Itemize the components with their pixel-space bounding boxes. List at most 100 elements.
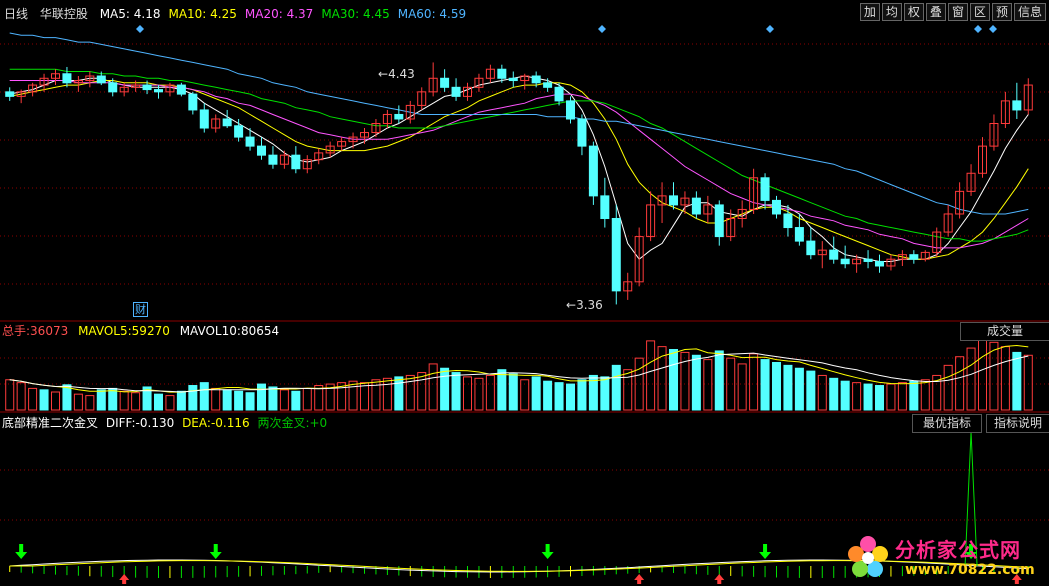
- candle-body: [188, 93, 198, 111]
- btn-rights[interactable]: 权: [903, 3, 924, 21]
- period-label: 日线: [4, 7, 29, 21]
- candle-body: [874, 260, 885, 267]
- btn-forecast[interactable]: 预: [991, 3, 1012, 21]
- candle-body: [199, 109, 209, 129]
- volume-bar: [909, 380, 919, 411]
- volume-bar: [176, 390, 186, 411]
- candle-body: [806, 240, 816, 256]
- volume-indicator-dropdown[interactable]: 成交量: [960, 322, 1049, 341]
- volume-bar: [199, 382, 209, 411]
- volume-bar: [234, 390, 244, 411]
- indicator-help-button[interactable]: 指标说明: [986, 414, 1049, 433]
- best-indicator-button[interactable]: 最优指标: [912, 414, 982, 433]
- volume-bar: [256, 383, 267, 411]
- low-price-value: 3.36: [576, 298, 603, 312]
- candle-body: [909, 254, 919, 260]
- candle-body: [794, 227, 804, 242]
- candle-body: [691, 197, 701, 215]
- volume-bar: [96, 389, 106, 411]
- ma-legend-ma5: MA5: 4.18: [99, 7, 161, 21]
- candle-body: [268, 154, 278, 165]
- candle-body: [577, 118, 587, 147]
- mavol5-label: MAVOL5:: [78, 324, 132, 338]
- volume-total-value: 36073: [30, 324, 69, 338]
- candle-body: [714, 204, 724, 238]
- volume-bar: [245, 392, 255, 411]
- cross-label: 两次金叉:: [257, 416, 310, 430]
- volume-bar: [600, 376, 610, 411]
- volume-bar: [62, 384, 72, 411]
- candle-body: [783, 213, 793, 229]
- candle-body: [5, 91, 15, 97]
- volume-bar: [268, 386, 278, 411]
- mavol10-value: 80654: [240, 324, 280, 338]
- volume-header: 总手:36073 MAVOL5:59270 MAVOL10:80654: [2, 323, 279, 339]
- candle-body: [1012, 100, 1022, 111]
- volume-bar: [714, 350, 724, 411]
- flower-logo: [848, 536, 888, 577]
- candle-body: [142, 84, 152, 91]
- candle-body: [256, 145, 267, 156]
- btn-range[interactable]: 区: [969, 3, 990, 21]
- kline-chart-canvas[interactable]: [0, 0, 1049, 586]
- candle-body: [531, 75, 541, 84]
- ma-legend-ma10: MA10: 4.25: [168, 7, 237, 21]
- volume-bar: [222, 389, 232, 411]
- ma-legend: MA5: 4.18 MA10: 4.25 MA20: 4.37 MA30: 4.45 M…: [92, 7, 466, 21]
- volume-bar: [508, 373, 518, 411]
- toolbar: 加 均 权 叠 窗 区 预 信息: [859, 3, 1046, 21]
- candle-body: [176, 84, 186, 95]
- ma-legend-ma60: MA60: 4.59: [397, 7, 467, 21]
- dea-value: -0.116: [210, 416, 250, 430]
- volume-bar: [771, 361, 782, 411]
- volume-bar: [394, 376, 404, 411]
- volume-bar: [451, 372, 461, 411]
- watermark-url: www.70822.com: [905, 562, 1035, 578]
- btn-avg[interactable]: 均: [881, 3, 902, 21]
- volume-bar: [829, 377, 839, 411]
- volume-bar: [543, 380, 553, 411]
- btn-info[interactable]: 信息: [1013, 3, 1046, 21]
- candle-body: [394, 113, 404, 120]
- btn-add[interactable]: 加: [859, 3, 880, 21]
- candle-body: [840, 258, 850, 265]
- volume-bar: [565, 383, 576, 411]
- volume-bar: [188, 385, 198, 411]
- volume-bar: [577, 379, 587, 411]
- volume-bar: [153, 393, 164, 411]
- btn-window[interactable]: 窗: [947, 3, 968, 21]
- volume-bar: [497, 369, 507, 411]
- mavol5-value: 59270: [131, 324, 170, 338]
- candle-body: [222, 118, 232, 127]
- candle-body: [451, 86, 461, 97]
- low-price-annotation: ←3.36: [566, 298, 603, 312]
- high-price-value: 4.43: [388, 67, 415, 81]
- candle-body: [234, 125, 244, 138]
- volume-bar: [794, 367, 804, 411]
- candle-body: [829, 249, 839, 260]
- candle-body: [668, 195, 679, 206]
- candle-body: [771, 199, 782, 215]
- volume-bar: [840, 380, 850, 411]
- candle-body: [497, 68, 507, 79]
- ma-legend-ma30: MA30: 4.45: [321, 7, 390, 21]
- candle-body: [96, 75, 106, 84]
- dea-label: DEA:: [182, 416, 211, 430]
- volume-bar: [108, 387, 118, 411]
- finance-marker[interactable]: 财: [133, 302, 148, 317]
- watermark: 分析家公式网 www.70822.com: [843, 532, 1043, 582]
- watermark-cn: 分析家公式网: [895, 538, 1021, 562]
- candle-body: [863, 258, 873, 262]
- candle-body: [588, 145, 598, 197]
- cross-value: +0: [309, 416, 328, 430]
- volume-bar: [291, 390, 301, 411]
- candle-body: [108, 82, 118, 93]
- candle-body: [611, 217, 621, 292]
- btn-overlay[interactable]: 叠: [925, 3, 946, 21]
- candle-body: [565, 100, 576, 120]
- volume-bar: [863, 383, 873, 411]
- indicator-name: 底部精准二次金叉: [2, 416, 99, 430]
- stock-name: 华联控股: [39, 7, 88, 21]
- diff-value: -0.130: [135, 416, 175, 430]
- volume-bar: [783, 364, 793, 411]
